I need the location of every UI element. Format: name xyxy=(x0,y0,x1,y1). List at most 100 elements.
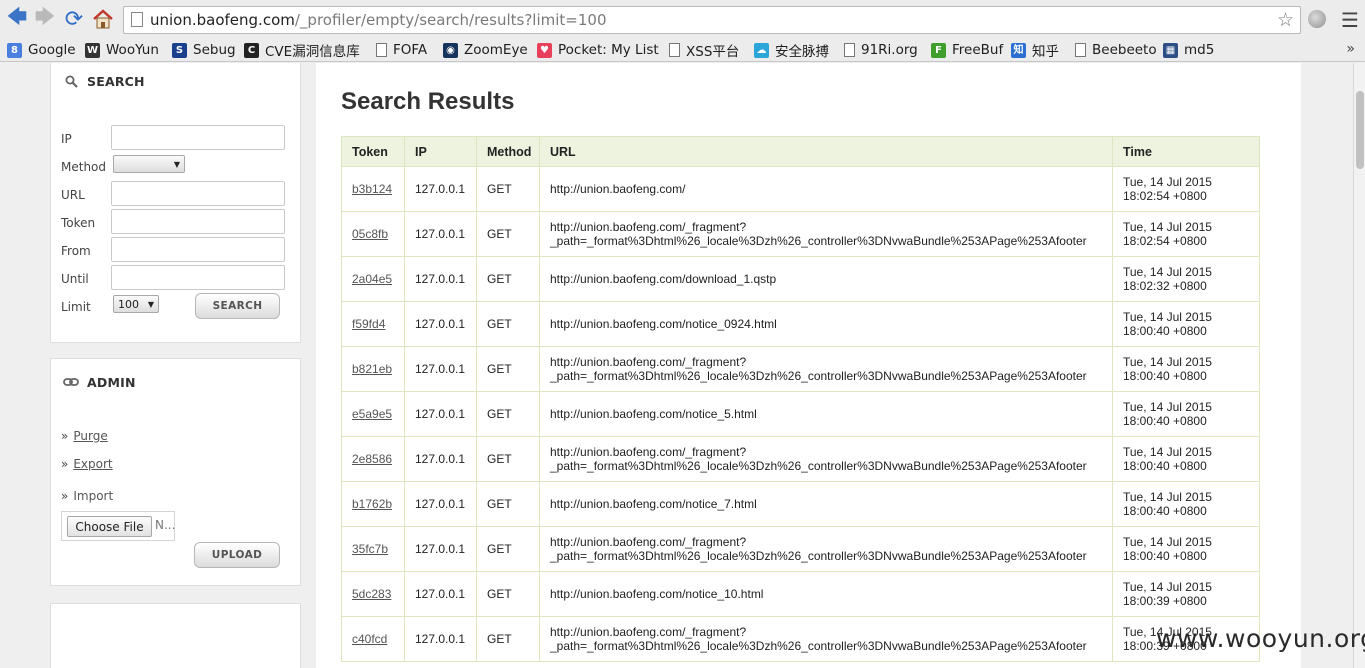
token-link[interactable]: c40fcd xyxy=(352,632,387,646)
until-input[interactable] xyxy=(111,265,285,290)
cell-time: Tue, 14 Jul 2015 18:00:40 +0800 xyxy=(1112,391,1260,437)
token-link[interactable]: 2a04e5 xyxy=(352,272,392,286)
search-panel: SEARCH IP Method ▼ URL Token From Until … xyxy=(50,63,301,343)
bookmark-anquanmaibo[interactable]: ☁ 安全脉搏 xyxy=(754,41,829,60)
cell-ip: 127.0.0.1 xyxy=(404,526,477,572)
bookmark-cve[interactable]: C CVE漏洞信息库 xyxy=(244,41,360,60)
bookmark-wooyun[interactable]: W WooYun xyxy=(85,41,159,59)
token-link[interactable]: f59fd4 xyxy=(352,317,385,331)
bookmark-freebuf[interactable]: F FreeBuf xyxy=(931,41,1003,59)
cell-method: GET xyxy=(476,166,540,212)
bookmark-zhihu[interactable]: 知知乎 xyxy=(1011,41,1059,60)
token-link[interactable]: b821eb xyxy=(352,362,392,376)
cell-ip: 127.0.0.1 xyxy=(404,256,477,302)
back-arrow-icon[interactable]: 🡄 xyxy=(5,4,29,32)
method-select[interactable]: ▼ xyxy=(113,155,185,173)
reload-icon[interactable]: ⟳ xyxy=(62,6,86,32)
cell-time: Tue, 14 Jul 2015 18:02:32 +0800 xyxy=(1112,256,1260,302)
bookmark-fofa[interactable]: FOFA xyxy=(376,41,427,59)
address-bar[interactable]: union.baofeng.com/_profiler/empty/search… xyxy=(123,6,1301,34)
token-link[interactable]: e5a9e5 xyxy=(352,407,392,421)
cell-url: http://union.baofeng.com/_fragment? _path… xyxy=(539,616,1113,662)
bookmark-star-icon[interactable]: ☆ xyxy=(1277,9,1294,31)
bookmark-sebug[interactable]: S Sebug xyxy=(172,41,236,59)
bookmarks-more-icon[interactable]: » xyxy=(1346,41,1355,57)
token-link[interactable]: 35fc7b xyxy=(352,542,388,556)
cell-method: GET xyxy=(476,391,540,437)
bookmark-label: FOFA xyxy=(393,42,428,58)
cell-token: c40fcd xyxy=(341,616,405,662)
time-date: Tue, 14 Jul 2015 xyxy=(1123,175,1212,189)
token-label: Token xyxy=(61,216,96,230)
cell-url: http://union.baofeng.com/notice_0924.htm… xyxy=(539,301,1113,347)
bookmark-xss[interactable]: XSS平台 xyxy=(669,41,739,60)
bookmark-pocket[interactable]: ♥ Pocket: My List xyxy=(537,41,659,59)
url-input[interactable] xyxy=(111,181,285,206)
cell-token: 5dc283 xyxy=(341,571,405,617)
menu-icon[interactable]: ☰ xyxy=(1341,8,1359,32)
cell-method: GET xyxy=(476,526,540,572)
token-link[interactable]: b3b124 xyxy=(352,182,392,196)
bookmark-label: 安全脉搏 xyxy=(775,44,829,60)
token-link[interactable]: b1762b xyxy=(352,497,392,511)
ip-input[interactable] xyxy=(111,125,285,150)
cell-token: b821eb xyxy=(341,346,405,392)
import-label-row: » Import xyxy=(61,489,113,503)
limit-select-value: 100 xyxy=(118,297,139,311)
bookmark-label: Google xyxy=(28,42,76,58)
chevron-right-icon: » xyxy=(61,489,69,503)
search-button[interactable]: SEARCH xyxy=(195,293,280,319)
time-clock: 18:00:40 +0800 xyxy=(1123,504,1207,518)
from-input[interactable] xyxy=(111,237,285,262)
token-link[interactable]: 2e8586 xyxy=(352,452,392,466)
bookmark-label: CVE漏洞信息库 xyxy=(265,44,360,60)
url-line-2: _path=_format%3Dhtml%26_locale%3Dzh%26_c… xyxy=(550,234,1087,248)
export-link[interactable]: » Export xyxy=(61,457,113,471)
home-icon[interactable] xyxy=(91,6,115,32)
purge-link[interactable]: » Purge xyxy=(61,429,108,443)
url-line-1: http://union.baofeng.com/_fragment? xyxy=(550,535,747,549)
select-arrow-icon: ▼ xyxy=(147,299,154,309)
url-path: /_profiler/empty/search/results?limit=10… xyxy=(294,11,607,29)
bookmark-label: md5 xyxy=(1184,42,1215,58)
token-link[interactable]: 05c8fb xyxy=(352,227,388,241)
upload-button[interactable]: UPLOAD xyxy=(194,542,280,568)
scrollbar-thumb[interactable] xyxy=(1356,91,1364,169)
bookmark-beebeeto[interactable]: Beebeeto xyxy=(1075,41,1157,59)
cell-ip: 127.0.0.1 xyxy=(404,391,477,437)
limit-select[interactable]: 100 ▼ xyxy=(113,295,159,313)
url-line-2: _path=_format%3Dhtml%26_locale%3Dzh%26_c… xyxy=(550,549,1087,563)
token-link[interactable]: 5dc283 xyxy=(352,587,391,601)
choose-file-button[interactable]: Choose File xyxy=(67,516,152,537)
md5-icon: ▦ xyxy=(1163,42,1178,58)
cloud-icon: ☁ xyxy=(754,42,769,58)
url-line-1: http://union.baofeng.com/notice_5.html xyxy=(550,407,757,421)
cell-time: Tue, 14 Jul 2015 18:00:40 +0800 xyxy=(1112,346,1260,392)
table-row: 5dc283 127.0.0.1 GET http://union.baofeng.c… xyxy=(341,571,1260,617)
token-input[interactable] xyxy=(111,209,285,234)
magnifier-icon xyxy=(63,73,79,89)
bookmark-md5[interactable]: ▦ md5 xyxy=(1163,41,1214,59)
globe-icon[interactable] xyxy=(1308,10,1326,28)
cell-ip: 127.0.0.1 xyxy=(404,481,477,527)
bookmark-google[interactable]: 8 Google xyxy=(7,41,76,59)
cell-token: 2e8586 xyxy=(341,436,405,482)
cell-time: Tue, 14 Jul 2015 18:00:40 +0800 xyxy=(1112,526,1260,572)
document-icon xyxy=(1075,43,1086,57)
time-date: Tue, 14 Jul 2015 xyxy=(1123,490,1212,504)
freebuf-icon: F xyxy=(931,42,946,58)
file-input[interactable]: Choose File N... xyxy=(61,511,175,541)
forward-arrow-icon[interactable]: 🡆 xyxy=(33,4,57,32)
bookmark-zoomeye[interactable]: ◉ ZoomEye xyxy=(443,41,528,59)
url-line-2: _path=_format%3Dhtml%26_locale%3Dzh%26_c… xyxy=(550,639,1087,653)
chevron-right-icon: » xyxy=(61,457,69,471)
address-url[interactable]: union.baofeng.com/_profiler/empty/search… xyxy=(150,11,607,29)
table-row: e5a9e5 127.0.0.1 GET http://union.baofeng.c… xyxy=(341,391,1260,437)
bookmark-91ri[interactable]: 91Ri.org xyxy=(844,41,918,59)
browser-toolbar: 🡄 🡆 ⟳ union.baofeng.com/_profiler/empty/… xyxy=(0,0,1365,38)
page-title: Search Results xyxy=(341,88,515,115)
results-table: Token IP Method URL Time b3b124 127.0.0.1… xyxy=(341,136,1260,662)
vertical-scrollbar[interactable] xyxy=(1353,63,1365,668)
chain-link-icon xyxy=(63,374,79,390)
cell-ip: 127.0.0.1 xyxy=(404,166,477,212)
